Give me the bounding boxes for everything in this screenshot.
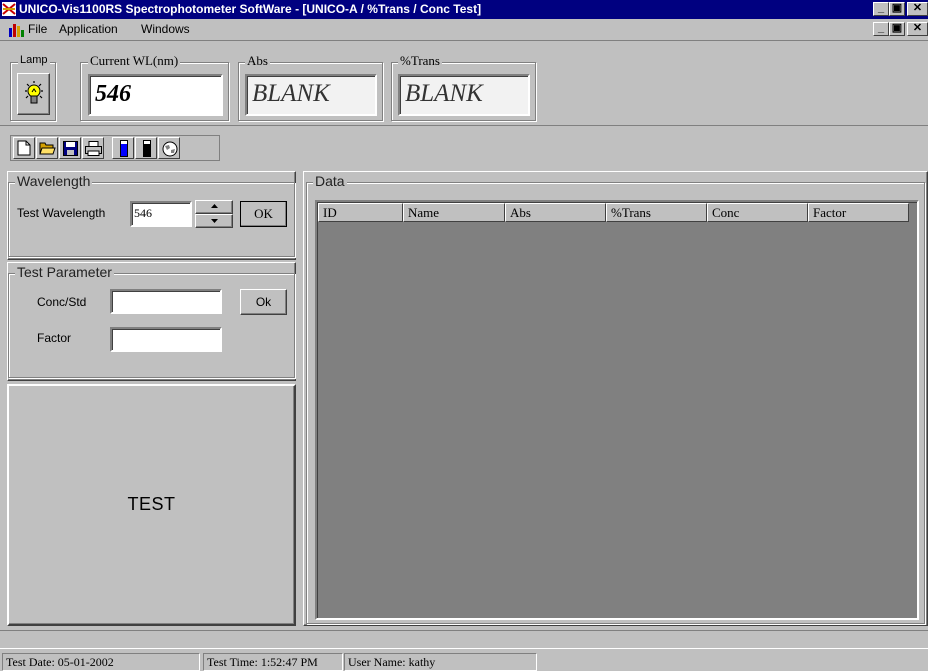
down-arrow-icon: [211, 219, 218, 223]
test-button-label: TEST: [127, 494, 176, 514]
current-wl-readout: 546: [88, 74, 223, 116]
status-bar: Test Date: 05-01-2002 Test Time: 1:52:47…: [0, 648, 928, 671]
column-header-abs[interactable]: Abs: [505, 203, 606, 222]
trans-readout: BLANK: [398, 74, 530, 116]
trans-label: %Trans: [398, 53, 442, 69]
close-button[interactable]: ✕: [907, 2, 928, 16]
open-button[interactable]: [36, 137, 58, 159]
conc-std-label: Conc/Std: [37, 295, 87, 309]
blue-cuvette-button[interactable]: [112, 137, 134, 159]
factor-label: Factor: [37, 331, 72, 345]
lamp-button[interactable]: [17, 73, 50, 115]
factor-input[interactable]: [110, 327, 222, 352]
print-button[interactable]: [82, 137, 104, 159]
menu-file[interactable]: File: [28, 22, 47, 36]
child-restore-button[interactable]: ▣: [889, 22, 905, 36]
column-header-trans[interactable]: %Trans: [606, 203, 707, 222]
toolbar: [0, 127, 928, 166]
status-test-date: Test Date: 05-01-2002: [2, 653, 200, 671]
app-icon: [2, 2, 16, 16]
print-icon: [85, 141, 102, 156]
globe-icon: [162, 141, 178, 157]
abs-label: Abs: [245, 53, 270, 69]
abs-readout: BLANK: [245, 74, 377, 116]
test-wavelength-input[interactable]: 546: [130, 201, 192, 227]
black-cuvette-button[interactable]: [135, 137, 157, 159]
indicator-panel: Lamp Current WL(nm) 546 Abs BLANK %Trans…: [0, 40, 928, 126]
data-grid-header: ID Name Abs %Trans Conc Factor: [318, 203, 918, 222]
wavelength-ok-button[interactable]: OK: [240, 201, 287, 227]
menu-bar: File Application Windows _ ▣ ✕: [0, 19, 928, 40]
globe-button[interactable]: [158, 137, 180, 159]
conc-ok-button[interactable]: Ok: [240, 289, 287, 315]
status-test-time: Test Time: 1:52:47 PM: [203, 653, 343, 671]
save-button[interactable]: [59, 137, 81, 159]
blue-cuvette-icon: [120, 140, 128, 157]
wavelength-down-button[interactable]: [195, 214, 233, 228]
window-title: UNICO-Vis1100RS Spectrophotometer SoftWa…: [19, 2, 482, 16]
new-file-icon: [17, 140, 31, 156]
menu-windows[interactable]: Windows: [141, 22, 190, 36]
conc-std-input[interactable]: [110, 289, 222, 314]
data-grid[interactable]: ID Name Abs %Trans Conc Factor: [315, 200, 919, 620]
wavelength-label: Wavelength: [15, 173, 93, 189]
title-bar[interactable]: UNICO-Vis1100RS Spectrophotometer SoftWa…: [0, 0, 928, 19]
column-header-conc[interactable]: Conc: [707, 203, 808, 222]
save-icon: [63, 141, 78, 156]
test-button[interactable]: TEST: [7, 384, 296, 626]
column-header-id[interactable]: ID: [318, 203, 403, 222]
open-folder-icon: [39, 142, 56, 155]
test-parameter-label: Test Parameter: [15, 264, 114, 280]
restore-button[interactable]: ▣: [889, 2, 905, 16]
menu-application[interactable]: Application: [59, 22, 118, 36]
lamp-label: Lamp: [18, 54, 50, 66]
minimize-button[interactable]: _: [873, 2, 889, 16]
current-wl-label: Current WL(nm): [88, 53, 181, 69]
up-arrow-icon: [211, 204, 218, 208]
child-close-button[interactable]: ✕: [907, 22, 928, 36]
column-header-name[interactable]: Name: [403, 203, 505, 222]
black-cuvette-icon: [143, 140, 151, 157]
light-bulb-icon: [25, 81, 43, 104]
new-file-button[interactable]: [13, 137, 35, 159]
status-user-name: User Name: kathy: [344, 653, 537, 671]
child-window-icon[interactable]: [8, 22, 24, 37]
column-header-factor[interactable]: Factor: [808, 203, 909, 222]
wavelength-up-button[interactable]: [195, 200, 233, 214]
divider: [0, 630, 928, 631]
data-label: Data: [313, 173, 347, 189]
child-minimize-button[interactable]: _: [873, 22, 889, 36]
test-wavelength-label: Test Wavelength: [17, 206, 106, 220]
